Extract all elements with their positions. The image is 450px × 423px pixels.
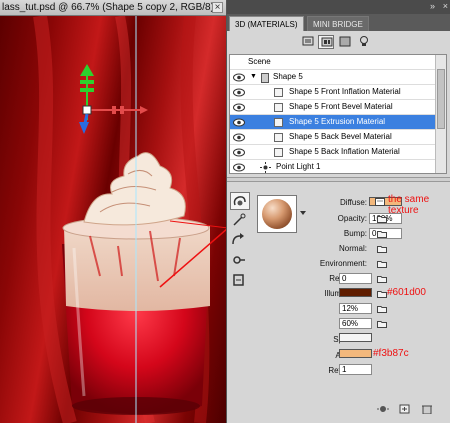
light-icon — [260, 162, 271, 173]
folder-icon[interactable] — [377, 275, 387, 283]
tab-mini-bridge[interactable]: MINI BRIDGE — [307, 16, 369, 31]
reflection-field[interactable]: 0 — [339, 273, 372, 284]
opacity-label: Opacity: — [337, 214, 367, 223]
light-pan-tool-icon[interactable] — [230, 252, 250, 270]
folder-icon[interactable] — [377, 260, 387, 268]
list-item[interactable]: Scene — [230, 55, 436, 70]
ambient-swatch[interactable] — [339, 349, 372, 358]
material-icon — [274, 148, 283, 157]
material-drop-tool-icon[interactable] — [230, 212, 250, 230]
document-canvas[interactable] — [0, 16, 226, 423]
lights-filter-icon[interactable] — [356, 35, 372, 49]
mesh-icon — [261, 73, 269, 83]
light-slide-tool-icon[interactable] — [230, 272, 250, 290]
list-item[interactable]: Shape 5 Front Bevel Material — [230, 100, 436, 115]
eye-icon[interactable] — [233, 133, 245, 142]
panel-tabs: 3D (MATERIALS) MINI BRIDGE — [227, 14, 450, 31]
toggle-lights-icon[interactable] — [377, 404, 389, 414]
environment-label: Environment: — [319, 259, 367, 268]
eye-icon[interactable] — [233, 103, 245, 112]
panel-splitter[interactable] — [227, 177, 450, 182]
tab-3d-materials[interactable]: 3D (MATERIALS) — [229, 16, 304, 31]
filter-toolbar — [227, 31, 450, 53]
canvas-artwork — [33, 16, 226, 423]
row-label: Shape 5 Front Inflation Material — [289, 87, 401, 96]
scene-list: Scene ▼ Shape 5 Shape 5 Front Inflation … — [229, 54, 447, 174]
document-close-button[interactable]: × — [212, 2, 223, 13]
list-item[interactable]: Shape 5 Back Inflation Material — [230, 145, 436, 160]
row-label: Shape 5 Back Inflation Material — [289, 147, 400, 156]
eye-icon[interactable] — [233, 73, 245, 82]
material-icon — [274, 118, 283, 127]
specular-swatch[interactable] — [339, 333, 372, 342]
scene-filter-icon[interactable] — [300, 35, 316, 49]
eye-icon[interactable] — [233, 148, 245, 157]
eye-icon[interactable] — [233, 163, 245, 172]
annotation-same: the same — [388, 194, 430, 205]
close-icon[interactable]: × — [443, 1, 448, 11]
new-light-icon[interactable] — [399, 404, 411, 414]
list-item-selected[interactable]: Shape 5 Extrusion Material — [230, 115, 436, 130]
row-label: Shape 5 Extrusion Material — [289, 117, 386, 126]
cream-topping — [83, 152, 186, 226]
annotation-texture: texture — [388, 205, 419, 216]
collapse-icon[interactable]: » — [430, 1, 435, 11]
bump-label: Bump: — [343, 229, 367, 238]
material-select-tool-icon[interactable] — [230, 192, 250, 210]
document-tab-title: lass_tut.psd @ 66.7% (Shape 5 copy 2, RG… — [2, 2, 214, 13]
list-item[interactable]: Point Light 1 — [230, 160, 436, 173]
3d-materials-panel: » × 3D (MATERIALS) MINI BRIDGE Scene ▼ S… — [226, 0, 450, 423]
refraction-field[interactable]: 1 — [339, 364, 372, 375]
folder-icon[interactable] — [377, 215, 387, 223]
scrollbar-thumb[interactable] — [437, 69, 445, 129]
list-item[interactable]: Shape 5 Front Inflation Material — [230, 85, 436, 100]
eye-icon[interactable] — [233, 88, 245, 97]
folder-icon[interactable] — [377, 320, 387, 328]
scene-scrollbar[interactable] — [435, 55, 446, 173]
delete-icon[interactable] — [421, 404, 433, 414]
material-icon — [274, 133, 283, 142]
material-icon — [274, 88, 283, 97]
panel-header: » × — [227, 0, 450, 14]
row-label: Point Light 1 — [276, 162, 321, 171]
document-tab[interactable]: lass_tut.psd @ 66.7% (Shape 5 copy 2, RG… — [0, 0, 226, 16]
annotation-ambient-hex: #f3b87c — [373, 348, 409, 359]
scene-label: Scene — [248, 57, 271, 66]
annotation-illumination-hex: #601d00 — [387, 287, 426, 298]
expand-triangle-icon[interactable]: ▼ — [250, 73, 257, 80]
panel-footer — [227, 395, 450, 423]
diffuse-label: Diffuse: — [340, 198, 367, 207]
row-label: Shape 5 Back Bevel Material — [289, 132, 392, 141]
folder-icon[interactable] — [377, 230, 387, 238]
folder-icon[interactable] — [377, 245, 387, 253]
folder-icon[interactable] — [377, 305, 387, 313]
3d-axis-widget[interactable] — [79, 64, 148, 134]
materials-filter-icon[interactable] — [337, 35, 353, 49]
row-label: Shape 5 Front Bevel Material — [289, 102, 393, 111]
illumination-swatch[interactable] — [339, 288, 372, 297]
folder-icon[interactable] — [377, 290, 387, 298]
meshes-filter-icon[interactable] — [318, 35, 334, 49]
material-icon — [274, 103, 283, 112]
eye-icon[interactable] — [233, 118, 245, 127]
gloss-field[interactable]: 12% — [339, 303, 372, 314]
normal-label: Normal: — [338, 244, 367, 253]
texture-icon[interactable] — [375, 198, 385, 206]
shine-field[interactable]: 60% — [339, 318, 372, 329]
list-item[interactable]: Shape 5 Back Bevel Material — [230, 130, 436, 145]
list-item[interactable]: ▼ Shape 5 — [230, 70, 436, 85]
light-rotate-tool-icon[interactable] — [230, 232, 250, 250]
row-label: Shape 5 — [273, 72, 303, 81]
